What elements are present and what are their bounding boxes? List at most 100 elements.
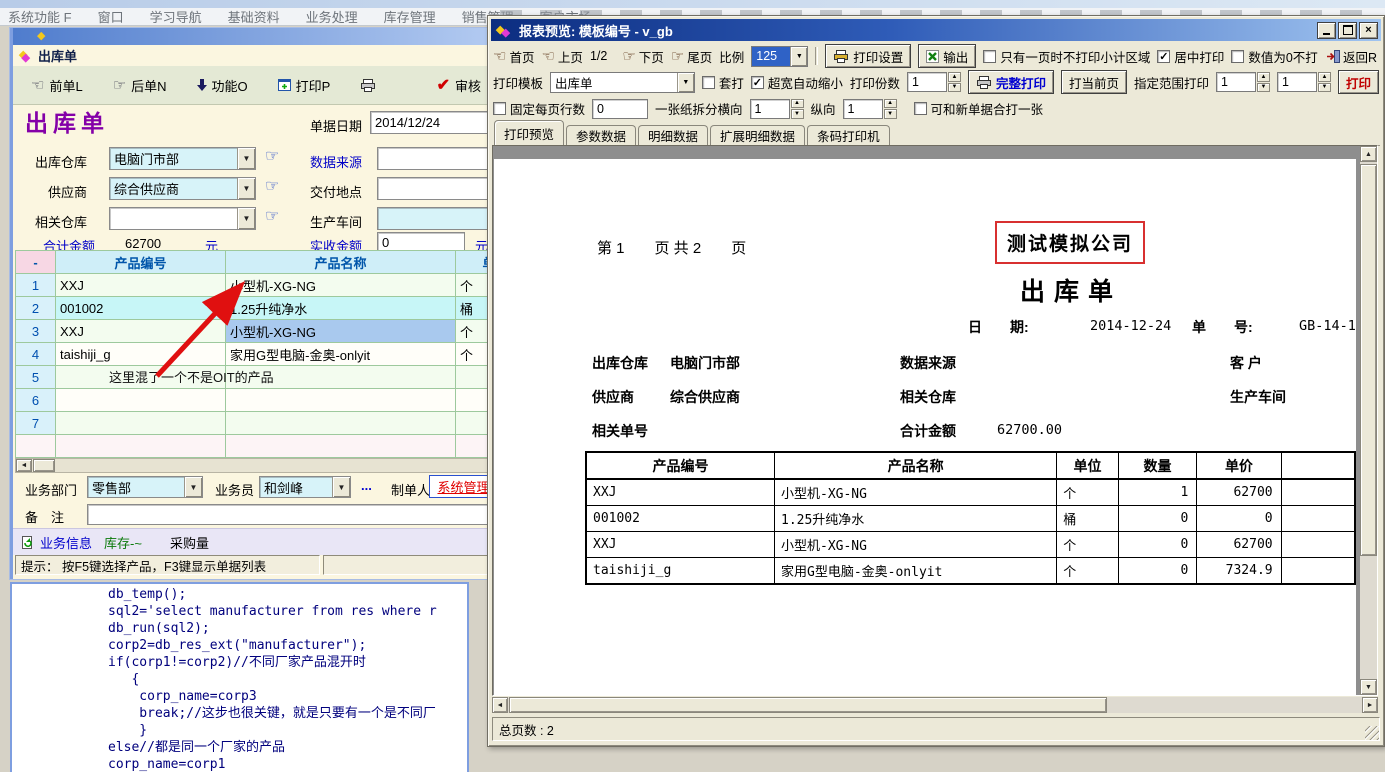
range-to-spinner[interactable]: 1▲▼: [1277, 72, 1331, 92]
last-page-button[interactable]: ☞尾页: [671, 47, 712, 66]
preview-titlebar[interactable]: ◆◆ 报表预览: 模板编号 - v_gb ×: [491, 19, 1381, 41]
grid-row-3[interactable]: 3 XXJ 小型机-XG-NG 个: [16, 320, 508, 343]
prev-page-button[interactable]: ☜上页: [541, 47, 582, 66]
print-setup-button[interactable]: 打印设置: [825, 44, 911, 68]
more-button[interactable]: ...: [361, 478, 372, 493]
first-page-button[interactable]: ☜首页: [493, 47, 534, 66]
grid-new-row[interactable]: [16, 435, 508, 458]
cell-name[interactable]: [226, 412, 456, 435]
scroll-left-icon[interactable]: ◄: [16, 459, 32, 472]
function-button[interactable]: 功能O: [197, 76, 248, 95]
spin-down-icon[interactable]: ▼: [791, 109, 804, 119]
range-from-spinner[interactable]: 1▲▼: [1216, 72, 1270, 92]
menu-item-learn[interactable]: 学习导航: [150, 7, 202, 26]
maximize-button[interactable]: [1338, 22, 1357, 39]
scroll-thumb[interactable]: [509, 697, 1107, 713]
grid-header-name[interactable]: 产品名称: [226, 251, 456, 274]
spin-up-icon[interactable]: ▲: [948, 72, 961, 82]
tab-barcode-printer[interactable]: 条码打印机: [807, 125, 890, 145]
skip-subtotal-checkbox[interactable]: 只有一页时不打印小计区域: [983, 47, 1150, 66]
au​toshrink-checkbox[interactable]: ✓超宽自动缩小: [751, 73, 843, 92]
dropdown-arrow-icon[interactable]: ▼: [237, 208, 255, 229]
cell-code[interactable]: [56, 412, 226, 435]
full-print-button[interactable]: 完整打印: [968, 70, 1054, 94]
refresh-doc-icon[interactable]: [21, 536, 34, 549]
copies-spinner[interactable]: 1▲▼: [907, 72, 961, 92]
tab-detail-data[interactable]: 明细数据: [638, 125, 708, 145]
purchase-qty-link[interactable]: 采购量: [170, 533, 209, 552]
scroll-thumb[interactable]: [33, 459, 55, 472]
menu-item-system[interactable]: 系统功能 F: [8, 7, 72, 26]
dropdown-arrow-icon[interactable]: ▼: [237, 148, 255, 169]
menu-item-business[interactable]: 业务处理: [306, 7, 358, 26]
printer-button[interactable]: [360, 79, 376, 92]
cell-name-selected[interactable]: 小型机-XG-NG: [226, 320, 456, 343]
minimize-button[interactable]: [1317, 22, 1336, 39]
dropdown-arrow-icon[interactable]: ▼: [677, 73, 694, 92]
fixed-rows-checkbox[interactable]: 固定每页行数: [493, 99, 585, 118]
grid-header-code[interactable]: 产品编号: [56, 251, 226, 274]
print-button[interactable]: 打印: [1338, 70, 1379, 94]
audit-button[interactable]: ✔审核: [437, 75, 481, 95]
grid-header-index[interactable]: -: [16, 251, 56, 274]
menu-item-inventory[interactable]: 库存管理: [384, 7, 436, 26]
grid-row-1[interactable]: 1 XXJ 小型机-XG-NG 个: [16, 274, 508, 297]
cell-name[interactable]: 家用G型电脑-金奥-onlyit: [226, 343, 456, 366]
tab-print-preview[interactable]: 打印预览: [494, 120, 564, 145]
warehouse-combo[interactable]: 电脑门市部▼: [109, 147, 256, 170]
scroll-up-icon[interactable]: ▲: [1360, 146, 1377, 162]
dropdown-arrow-icon[interactable]: ▼: [790, 47, 807, 66]
close-button[interactable]: ×: [1359, 22, 1378, 39]
clerk-combo[interactable]: 和剑峰▼: [259, 476, 351, 498]
cell-name[interactable]: 1.25升纯净水: [226, 297, 456, 320]
spin-down-icon[interactable]: ▼: [1318, 83, 1331, 93]
cell-code[interactable]: [56, 389, 226, 412]
menu-item-basedata[interactable]: 基础资料: [228, 7, 280, 26]
scroll-down-icon[interactable]: ▼: [1360, 679, 1377, 695]
code-text[interactable]: db_temp(); sql2='select manufacturer fro…: [108, 586, 437, 772]
zero-skip-checkbox[interactable]: 数值为0不打: [1231, 47, 1317, 66]
scroll-thumb[interactable]: [1360, 164, 1377, 556]
supplier-pointer-icon[interactable]: ☞: [265, 176, 279, 196]
return-button[interactable]: 返回R: [1326, 47, 1377, 66]
spin-up-icon[interactable]: ▲: [1318, 72, 1331, 82]
spin-down-icon[interactable]: ▼: [1257, 83, 1270, 93]
cell-name[interactable]: [226, 389, 456, 412]
scroll-right-icon[interactable]: ►: [1362, 697, 1378, 713]
prev-doc-button[interactable]: ☜前单L: [31, 76, 83, 95]
business-info-link[interactable]: 业务信息: [40, 533, 92, 552]
export-button[interactable]: 输出: [918, 44, 976, 68]
code-editor-window[interactable]: db_temp(); sql2='select manufacturer fro…: [10, 582, 469, 772]
preview-vscrollbar[interactable]: ▲ ▼: [1360, 146, 1377, 695]
grid-row-6[interactable]: 6: [16, 389, 508, 412]
overlay-print-checkbox[interactable]: 套打: [702, 73, 744, 92]
related-warehouse-combo[interactable]: ▼: [109, 207, 256, 230]
fixed-rows-input[interactable]: 0: [592, 99, 648, 119]
preview-hscrollbar[interactable]: ◄ ►: [492, 697, 1378, 713]
note-input[interactable]: [87, 504, 507, 525]
tab-parameter-data[interactable]: 参数数据: [566, 125, 636, 145]
related-pointer-icon[interactable]: ☞: [265, 206, 279, 226]
next-page-button[interactable]: ☞下页: [622, 47, 663, 66]
merge-print-checkbox[interactable]: 可和新单据合打一张: [914, 99, 1044, 118]
grid-row-2[interactable]: 2 001002 1.25升纯净水 桶: [16, 297, 508, 320]
warehouse-pointer-icon[interactable]: ☞: [265, 146, 279, 166]
dropdown-arrow-icon[interactable]: ▼: [237, 178, 255, 199]
print-menu-button[interactable]: 打印P: [278, 76, 331, 95]
scroll-left-icon[interactable]: ◄: [492, 697, 508, 713]
dropdown-arrow-icon[interactable]: ▼: [184, 477, 202, 497]
tab-extended-detail[interactable]: 扩展明细数据: [710, 125, 805, 145]
menu-item-window[interactable]: 窗口: [98, 7, 124, 26]
dropdown-arrow-icon[interactable]: ▼: [332, 477, 350, 497]
spin-up-icon[interactable]: ▲: [884, 99, 897, 109]
cell-name[interactable]: [226, 435, 456, 458]
dept-combo[interactable]: 零售部▼: [87, 476, 203, 498]
template-combo[interactable]: 出库单▼: [550, 72, 695, 93]
spin-down-icon[interactable]: ▼: [884, 109, 897, 119]
stock-link[interactable]: 库存-~: [104, 533, 142, 552]
grid-row-4[interactable]: 4 taishiji_g 家用G型电脑-金奥-onlyit 个: [16, 343, 508, 366]
cell-name[interactable]: 小型机-XG-NG: [226, 274, 456, 297]
next-doc-button[interactable]: ☞后单N: [113, 76, 167, 95]
spin-up-icon[interactable]: ▲: [1257, 72, 1270, 82]
spin-down-icon[interactable]: ▼: [948, 83, 961, 93]
